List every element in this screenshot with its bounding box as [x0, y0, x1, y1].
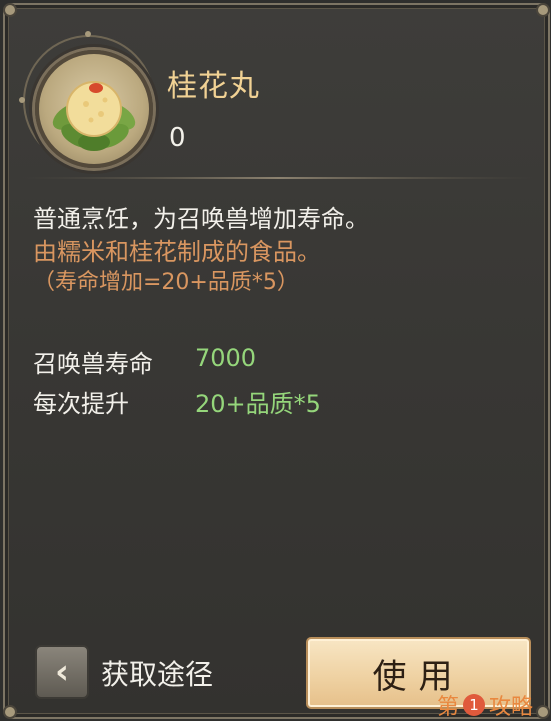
divider	[23, 177, 533, 179]
description-line: 普通烹饪，为召唤兽增加寿命。	[33, 205, 369, 233]
formula-note: （寿命增加=20+品质*5）	[33, 270, 299, 295]
watermark-suffix: 攻略	[489, 695, 534, 720]
watermark: 第 1 攻略	[437, 689, 533, 721]
corner-ornament	[3, 3, 17, 17]
stat-value-increment: 20+品质*5	[195, 390, 321, 418]
item-name: 桂花丸	[167, 69, 260, 104]
description-line: 由糯米和桂花制成的食品。	[33, 238, 321, 266]
corner-ornament	[536, 3, 550, 17]
ring-ornament	[85, 31, 91, 37]
chevron-left-icon: ‹	[54, 652, 69, 692]
corner-ornament	[536, 705, 550, 719]
acquisition-source-label[interactable]: 获取途径	[101, 653, 213, 693]
item-icon-frame	[35, 50, 153, 168]
item-count: 0	[169, 123, 186, 153]
stat-label-increment: 每次提升	[33, 390, 129, 418]
item-tooltip-panel: 桂花丸 0 普通烹饪，为召唤兽增加寿命。 由糯米和桂花制成的食品。 （寿命增加=…	[3, 3, 550, 721]
back-button[interactable]: ‹	[35, 645, 89, 699]
ring-ornament	[19, 97, 25, 103]
stat-label-lifespan: 召唤兽寿命	[33, 350, 153, 378]
corner-ornament	[3, 705, 17, 719]
stat-value-lifespan: 7000	[195, 344, 257, 372]
watermark-number: 1	[463, 694, 486, 716]
watermark-prefix: 第	[437, 695, 460, 720]
rice-ball-icon	[52, 81, 136, 151]
